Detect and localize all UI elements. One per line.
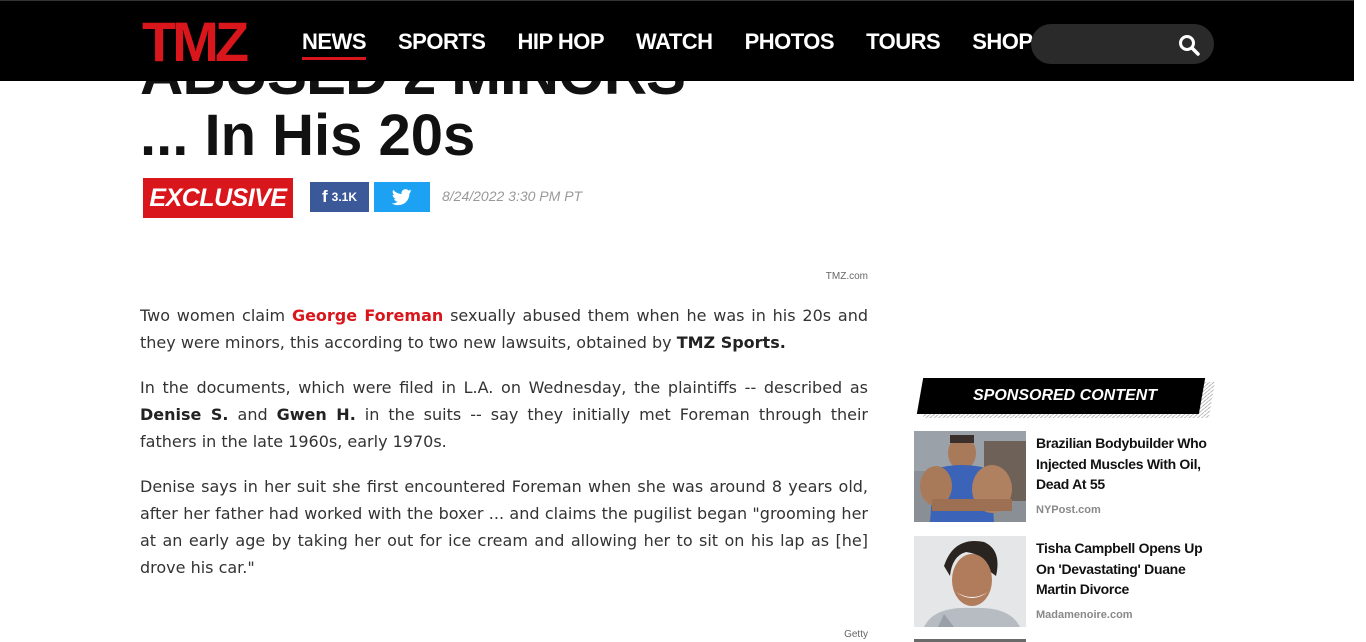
logo-text: TMZ [142, 11, 248, 69]
nav-shop[interactable]: SHOP [972, 28, 1033, 56]
facebook-share-count: 3.1K [331, 190, 358, 204]
sponsored-source: Madamenoire.com [1036, 609, 1133, 621]
publish-timestamp: 8/24/2022 3:30 PM PT [442, 188, 583, 204]
nav-watch[interactable]: WATCH [636, 28, 713, 56]
nav-tours[interactable]: TOURS [866, 28, 941, 56]
media-credit: TMZ.com [825, 271, 868, 282]
facebook-share-button[interactable]: f 3.1K [310, 182, 369, 212]
sponsored-title[interactable]: Tisha Campbell Opens Up On 'Devastating'… [1036, 538, 1216, 600]
twitter-share-button[interactable] [374, 182, 430, 212]
search-icon[interactable] [1178, 34, 1200, 56]
sponsored-item[interactable]: Brazilian Bodybuilder Who Injected Muscl… [914, 431, 1214, 523]
plaintiff-name: Denise S. [140, 405, 229, 424]
media-credit: Getty [844, 629, 868, 640]
tmz-logo-icon: TMZ [142, 10, 252, 73]
sponsored-content-header: SPONSORED CONTENT [916, 378, 1216, 418]
nav-news[interactable]: NEWS [302, 28, 367, 60]
top-navbar: TMZ NEWS SPORTS HIP HOP WATCH PHOTOS TOU… [0, 0, 1354, 81]
article-paragraph: Denise says in her suit she first encoun… [140, 477, 868, 577]
exclusive-badge: EXCLUSIVE [143, 178, 293, 218]
tmz-logo[interactable]: TMZ [140, 10, 265, 73]
nav-sports[interactable]: SPORTS [398, 28, 486, 56]
main-nav: NEWS SPORTS HIP HOP WATCH PHOTOS TOURS S… [302, 28, 1065, 60]
sponsored-title[interactable]: Brazilian Bodybuilder Who Injected Muscl… [1036, 433, 1216, 495]
plaintiff-name: Gwen H. [276, 405, 356, 424]
article-body: Two women claim George Foreman sexually … [140, 302, 868, 599]
article-paragraph: In the documents, which were filed in L.… [140, 378, 869, 451]
sponsored-thumbnail[interactable] [914, 431, 1026, 522]
facebook-icon: f [321, 187, 328, 206]
george-foreman-link[interactable]: George Foreman [292, 306, 443, 325]
search-box [1031, 24, 1214, 64]
nav-photos[interactable]: PHOTOS [745, 28, 835, 56]
sponsored-item[interactable]: Tisha Campbell Opens Up On 'Devastating'… [914, 536, 1214, 628]
twitter-icon [392, 188, 412, 205]
headline-line-2: ... In His 20s [140, 103, 476, 168]
article-paragraph: Two women claim George Foreman sexually … [140, 306, 868, 352]
tmz-sports-mention: TMZ Sports. [676, 333, 786, 352]
search-input[interactable] [1045, 32, 1179, 58]
sponsored-thumbnail[interactable] [914, 536, 1026, 627]
nav-hip-hop[interactable]: HIP HOP [517, 28, 604, 56]
sponsored-content-label: SPONSORED CONTENT [972, 387, 1157, 404]
sponsored-source: NYPost.com [1036, 504, 1101, 516]
